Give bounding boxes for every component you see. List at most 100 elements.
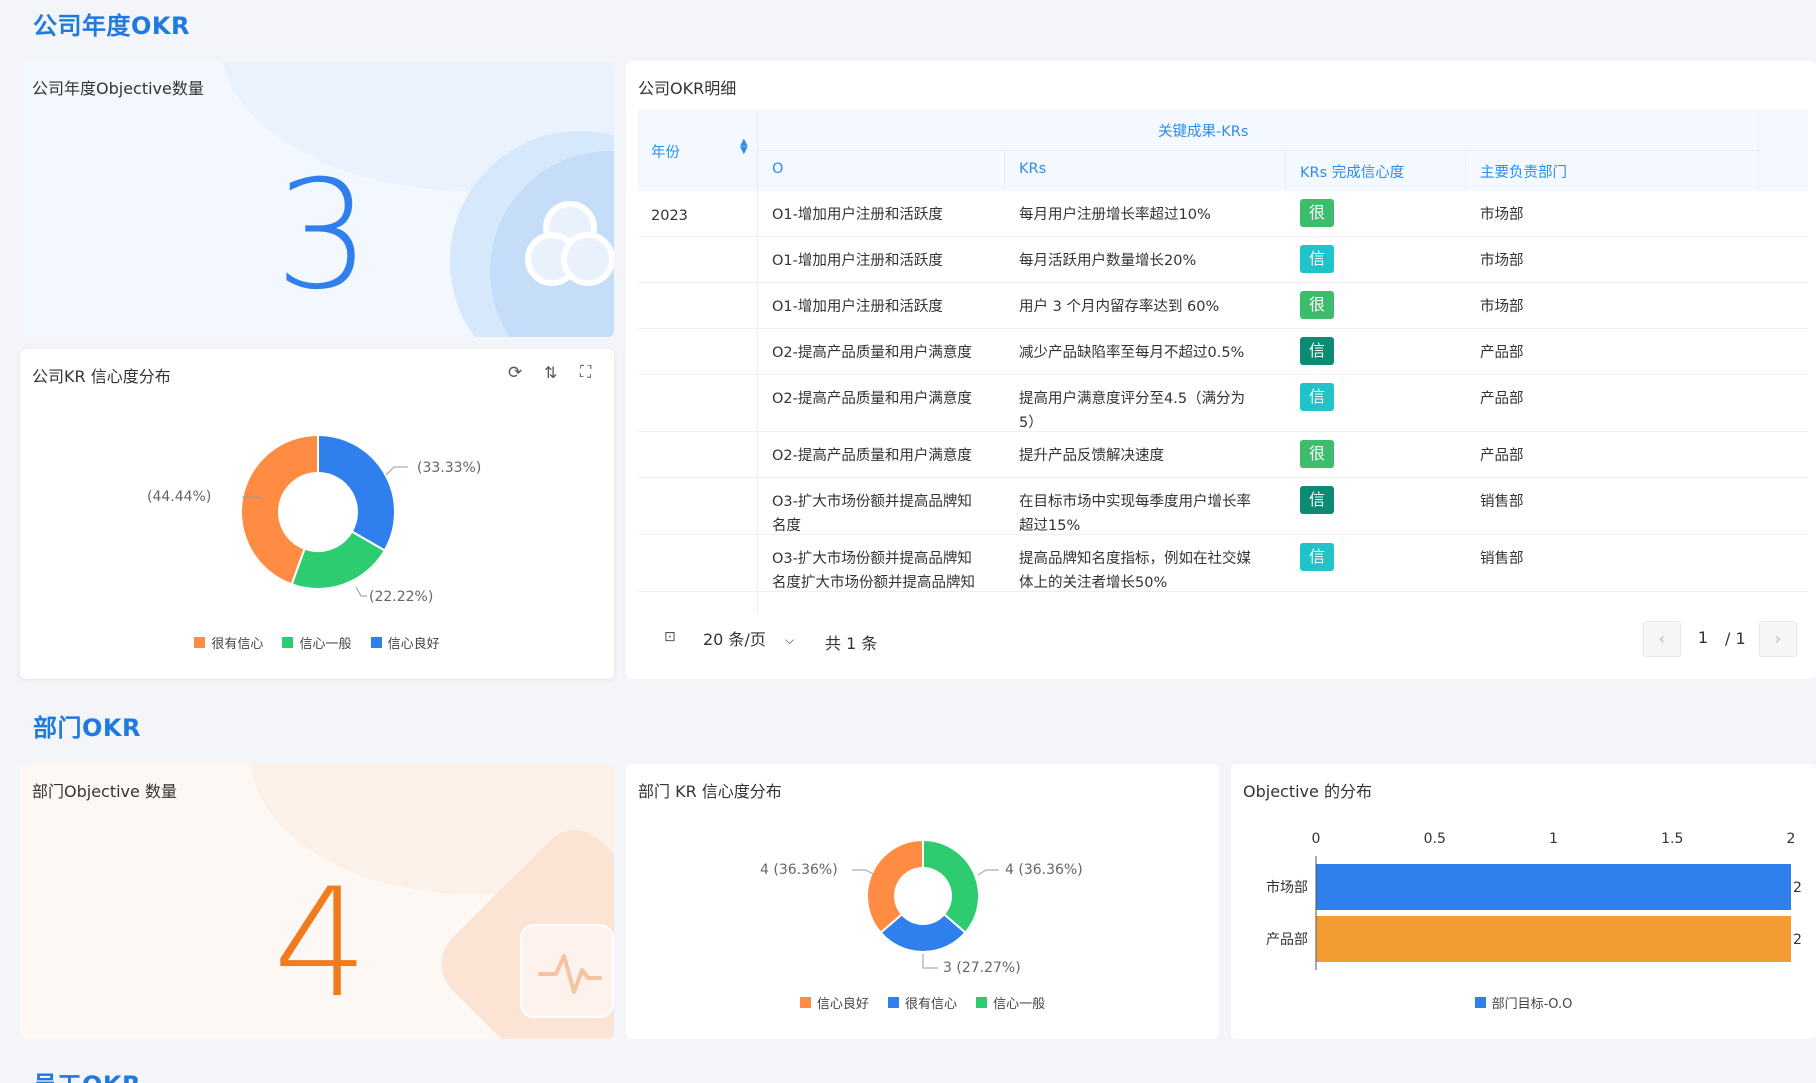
legend-item[interactable]: 部门目标-O.O: [1474, 993, 1573, 1012]
cell-kr-line: 用户 3 个月内留存率达到 60%: [1019, 299, 1220, 315]
y-category-label: 市场部: [1266, 879, 1308, 896]
dept-objective-title: 部门Objective 数量: [32, 782, 177, 801]
table-row: O2-提高产品质量和用户满意度提高用户满意度评分至4.5（满分为5）信心良好产品…: [638, 375, 1808, 490]
sort-caret-icon[interactable]: ▲ ▼: [740, 138, 748, 156]
table-row: O1-增加用户注册和活跃度 用户 3 个月内留存率达到 60% 很有信心 市场部: [638, 283, 1808, 398]
cell-kr: 提高品牌知名度指标，例如在社交媒 体上的关注者增长50%: [1019, 547, 1251, 595]
bar-value-label: 2: [1793, 932, 1802, 948]
next-page-button[interactable]: ›: [1759, 621, 1797, 657]
donut-label-c: 3 (27.27%): [943, 960, 1021, 976]
legend-swatch: [370, 637, 382, 648]
cell-kr-line: 在目标市场中实现每季度用户增长率: [1019, 494, 1251, 510]
page-size-select[interactable]: 20 条/页 ⌵: [693, 623, 811, 659]
cell-kr: 每月用户注册增长率超过10%: [1019, 203, 1211, 227]
donut-slice[interactable]: [922, 838, 980, 935]
bar[interactable]: [1316, 864, 1791, 910]
legend-swatch: [194, 637, 206, 648]
dept-kr-legend: 信心良好 很有信心 信心一般: [626, 993, 1219, 1012]
cell-dept: 销售部: [1480, 547, 1524, 571]
legend-item[interactable]: 信心良好: [370, 633, 440, 652]
legend-label: 很有信心: [904, 997, 957, 1012]
cell-dept: 产品部: [1480, 341, 1524, 365]
page-input[interactable]: 1: [1688, 621, 1718, 657]
cell-objective: O2-提高产品质量和用户满意度: [772, 444, 972, 468]
cell-objective-line: O2-提高产品质量和用户满意度: [772, 448, 972, 464]
leader-line: [355, 586, 367, 597]
legend-label: 很有信心: [211, 637, 264, 652]
row-divider: [758, 150, 1758, 151]
donut-label-b: 4 (36.36%): [1005, 862, 1083, 878]
table-header: 年份 ▲ ▼ 关键成果-KRs O KRs KRs 完成信心度 主要负责部门: [638, 109, 1808, 191]
legend-item[interactable]: 信心一般: [282, 633, 352, 652]
leader-line: [922, 954, 938, 969]
company-kr-legend: 很有信心 信心一般 信心良好: [20, 633, 614, 652]
confidence-tag: 很有信心: [1300, 440, 1335, 547]
header-dept: 主要负责部门: [1480, 165, 1567, 181]
col-divider: [1758, 109, 1759, 191]
cell-kr: 减少产品缺陷率至每月不超过0.5%: [1019, 341, 1244, 365]
legend-item[interactable]: 很有信心: [887, 993, 957, 1012]
leader-line: [977, 869, 999, 876]
cell-objective-line: O1-增加用户注册和活跃度: [772, 253, 943, 269]
legend-item[interactable]: 很有信心: [194, 633, 263, 652]
cell-kr-line: 提高品牌知名度指标，例如在社交媒: [1019, 551, 1251, 567]
cell-kr-line: 每月活跃用户数量增长20%: [1019, 253, 1197, 269]
confidence-tag: 信心良好: [1300, 383, 1335, 490]
prev-page-button[interactable]: ‹: [1643, 621, 1681, 657]
cell-dept-line: 销售部: [1480, 551, 1524, 567]
cell-objective-line: O3-扩大市场份额并提高品牌知: [772, 494, 972, 510]
legend-label: 部门目标-O.O: [1491, 997, 1573, 1012]
bar-value-label: 2: [1793, 880, 1802, 896]
column-settings-icon[interactable]: ⊡: [664, 629, 676, 645]
cell-objective-line: O2-提高产品质量和用户满意度: [772, 345, 972, 361]
pulse-icon-box: [520, 924, 614, 1018]
bar[interactable]: [1316, 916, 1791, 962]
leader-line: [385, 466, 408, 476]
legend-swatch: [887, 997, 899, 1008]
legend-item[interactable]: 信心良好: [799, 993, 869, 1012]
donut-label-a: 4 (36.36%): [760, 862, 838, 878]
cell-objective: O3-扩大市场份额并提高品牌知 名度扩大市场份额并提高品牌知: [772, 547, 975, 595]
header-conf: KRs 完成信心度: [1300, 165, 1405, 181]
confidence-tag: 信心一般: [1300, 337, 1335, 444]
x-tick-label: 0.5: [1424, 831, 1446, 847]
cell-objective-line: 名度扩大市场份额并提高品牌知: [772, 575, 975, 591]
cell-kr: 在目标市场中实现每季度用户增长率 超过15%: [1019, 490, 1251, 538]
cell-dept-line: 市场部: [1480, 253, 1524, 269]
confidence-tag: 信心良好: [1300, 245, 1335, 352]
cell-objective: O1-增加用户注册和活跃度: [772, 203, 943, 227]
cell-objective: O2-提高产品质量和用户满意度: [772, 341, 972, 365]
col-divider: [1465, 151, 1466, 191]
pulse-icon: [538, 954, 602, 994]
col-divider: [1285, 151, 1286, 191]
cell-kr-line: 减少产品缺陷率至每月不超过0.5%: [1019, 345, 1245, 361]
company-kr-card: 公司KR 信心度分布 ⟳ ⇅ ⛶ (44.44%) (33.33%) (22.2…: [20, 349, 614, 679]
header-o: O: [772, 161, 784, 177]
dept-objective-count: 4: [273, 857, 369, 1031]
cell-dept: 市场部: [1480, 249, 1524, 273]
donut-slice[interactable]: [866, 838, 924, 935]
cell-dept: 产品部: [1480, 387, 1524, 411]
legend-item[interactable]: 信心一般: [976, 993, 1045, 1012]
donut-label-a: (44.44%): [147, 489, 211, 505]
cell-dept: 市场部: [1480, 203, 1524, 227]
donut-label-b: (33.33%): [417, 460, 481, 476]
cell-kr: 每月活跃用户数量增长20%: [1019, 249, 1196, 273]
legend-label: 信心一般: [299, 637, 352, 652]
header-year[interactable]: 年份: [651, 141, 680, 162]
donut-label-c: (22.22%): [369, 589, 433, 605]
cell-kr-line: 提升产品反馈解决速度: [1019, 448, 1164, 464]
section-title-dept: 部门OKR: [33, 714, 141, 742]
y-category-label: 产品部: [1266, 932, 1308, 948]
leader-line: [852, 869, 874, 875]
obj-dist-legend: 部门目标-O.O: [1231, 993, 1816, 1012]
cell-dept-line: 销售部: [1480, 494, 1524, 510]
table-row: O1-增加用户注册和活跃度每月用户注册增长率超过10%很有信心市场部: [638, 191, 1808, 306]
table-row: O3-扩大市场份额并提高品牌知 名度扩大市场份额并提高品牌知 提高品牌知名度指标，例…: [638, 535, 1808, 613]
company-objective-count: 3: [275, 149, 371, 323]
cell-kr-line: 每月用户注册增长率超过10%: [1019, 207, 1211, 223]
okr-detail-title: 公司OKR明细: [638, 79, 737, 98]
header-krs: KRs: [1019, 161, 1047, 177]
total-count: 共 1 条: [825, 634, 878, 653]
header-group: 关键成果-KRs: [1158, 124, 1249, 140]
